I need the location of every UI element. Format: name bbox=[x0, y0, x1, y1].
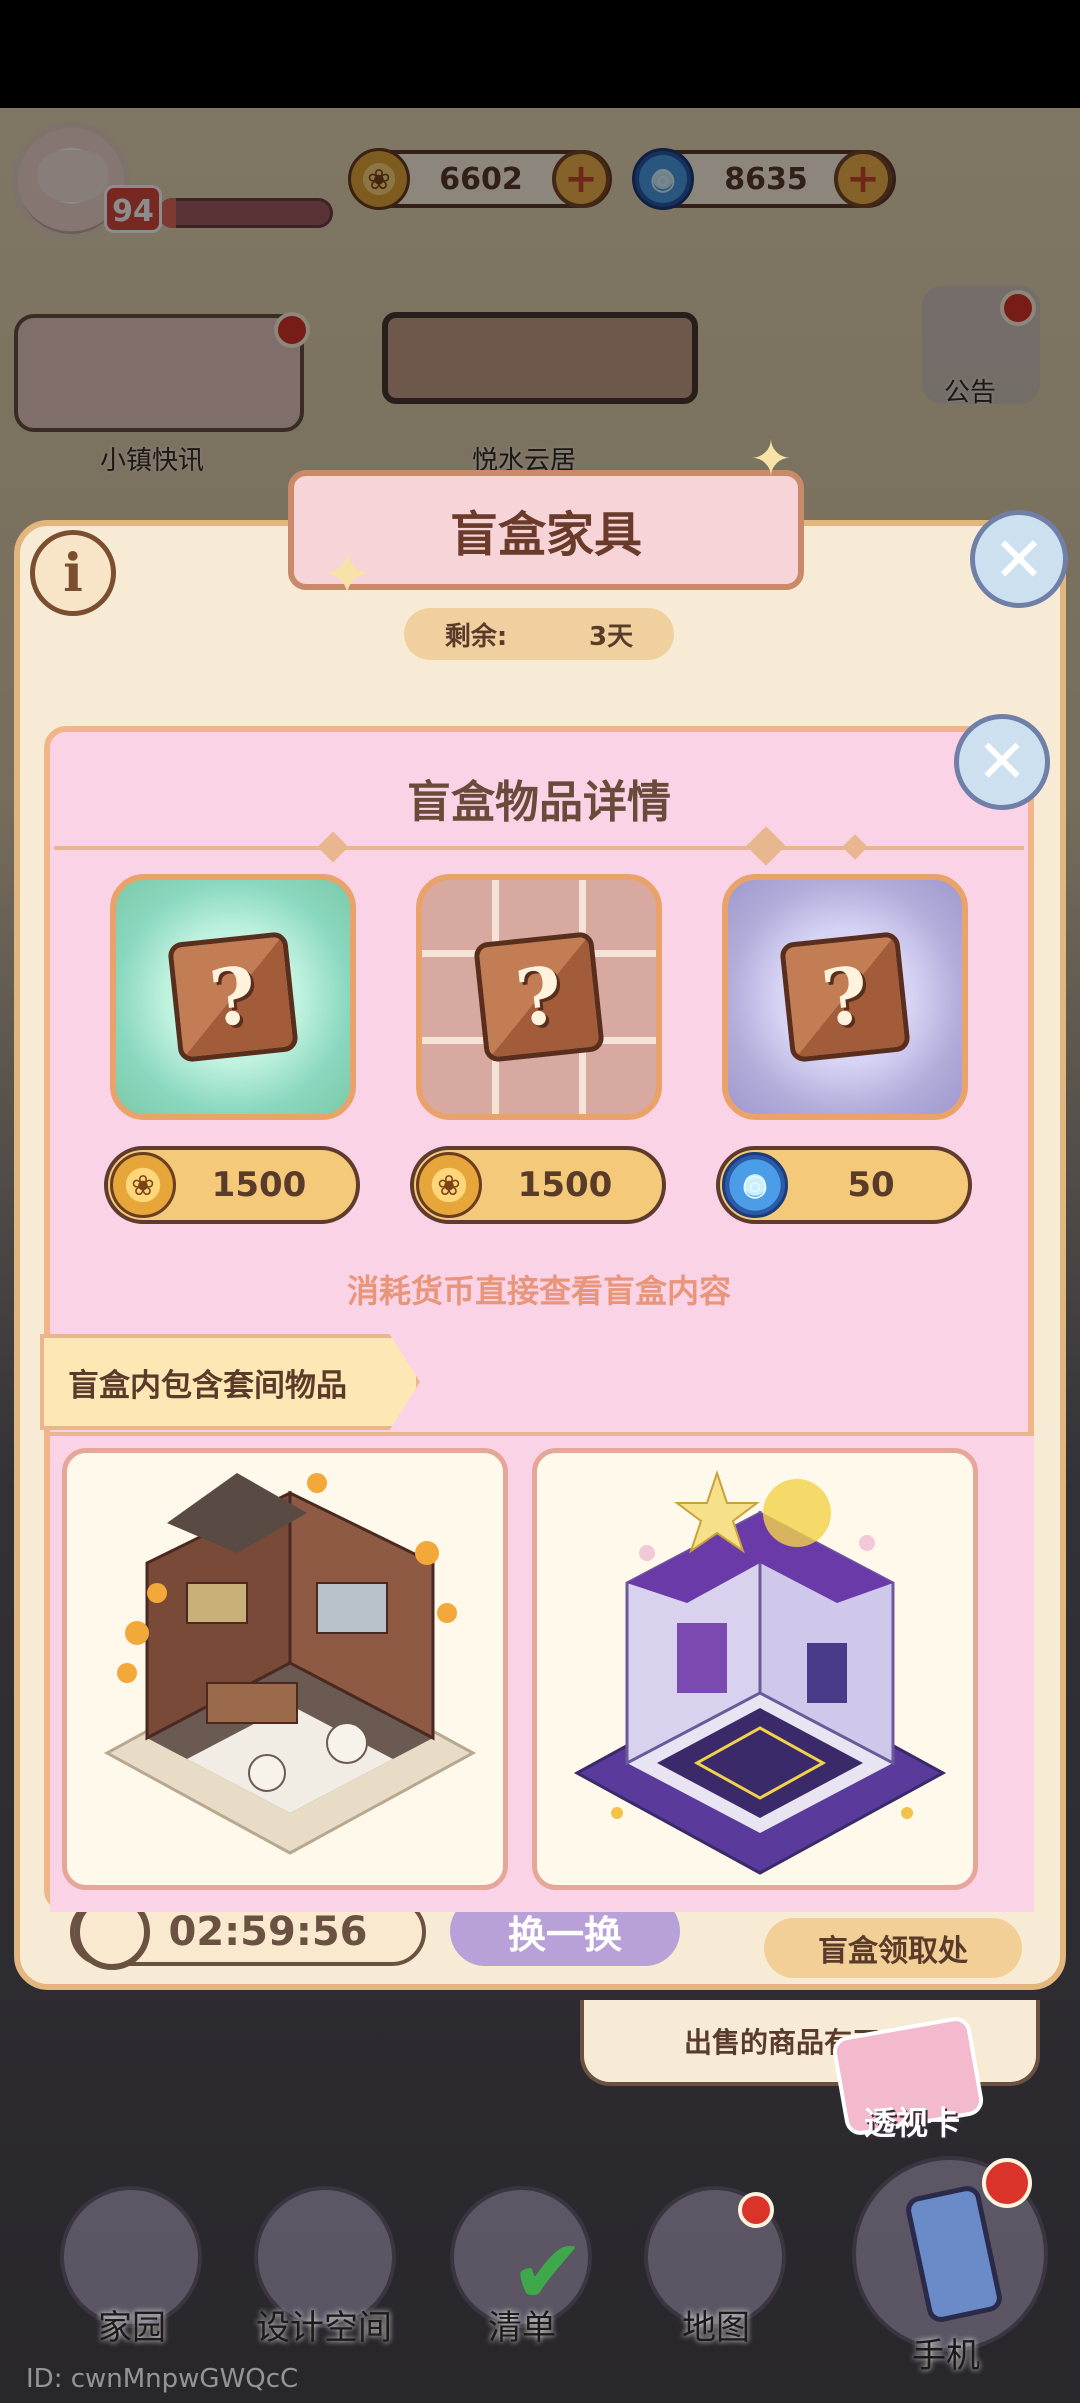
user-id: ID: cwnMnpwGWQcC bbox=[26, 2364, 299, 2394]
room-item-cafe[interactable] bbox=[62, 1448, 508, 1890]
map-notification-dot bbox=[738, 2192, 774, 2228]
close-modal-button[interactable]: ✕ bbox=[954, 714, 1050, 810]
mystery-box-icon: ? bbox=[779, 931, 911, 1063]
mystery-box-icon: ? bbox=[167, 931, 299, 1063]
status-bar bbox=[0, 0, 1080, 108]
nav-list-label: 清单 bbox=[488, 2308, 556, 2348]
gem-icon: ◎ bbox=[722, 1152, 788, 1218]
mystery-box-icon: ? bbox=[473, 931, 605, 1063]
hint-text: 消耗货币直接查看盲盒内容 bbox=[346, 1272, 731, 1310]
info-button[interactable]: i bbox=[30, 530, 116, 616]
price-button-2[interactable]: ❀ 1500 bbox=[410, 1146, 666, 1224]
divider bbox=[54, 846, 1024, 850]
blind-box-pink[interactable]: ? bbox=[416, 874, 662, 1120]
price-button-1[interactable]: ❀ 1500 bbox=[104, 1146, 360, 1224]
nav-phone-label: 手机 bbox=[912, 2336, 980, 2376]
blind-box-green[interactable]: ? bbox=[110, 874, 356, 1120]
price-value: 50 bbox=[847, 1165, 895, 1205]
nav-home-label: 家园 bbox=[98, 2308, 166, 2348]
remaining-label: 剩余: bbox=[444, 621, 508, 652]
modal-title: 盲盒物品详情 bbox=[407, 777, 671, 828]
magic-room-illustration bbox=[573, 1469, 947, 1875]
remaining-time: 剩余: 3天 bbox=[404, 608, 674, 660]
sparkle-icon: ✦ bbox=[750, 430, 792, 488]
nav-map-label: 地图 bbox=[682, 2308, 750, 2348]
room-item-magic[interactable] bbox=[532, 1448, 978, 1890]
gold-coin-icon: ❀ bbox=[416, 1152, 482, 1218]
blind-box-purple[interactable]: ? bbox=[722, 874, 968, 1120]
cafe-room-illustration bbox=[103, 1473, 477, 1855]
price-value: 1500 bbox=[211, 1165, 307, 1205]
sparkle-icon: ✦ bbox=[322, 540, 373, 610]
price-value: 1500 bbox=[517, 1165, 613, 1205]
price-button-3[interactable]: ◎ 50 bbox=[716, 1146, 972, 1224]
close-panel-button[interactable]: ✕ bbox=[970, 510, 1068, 608]
phone-notification-dot bbox=[982, 2158, 1032, 2208]
gold-coin-icon: ❀ bbox=[110, 1152, 176, 1218]
pickup-button[interactable]: 盲盒领取处 bbox=[764, 1918, 1022, 1978]
section-tag: 盲盒内包含套间物品 bbox=[40, 1334, 420, 1430]
see-through-card-label: 透视卡 bbox=[864, 2104, 961, 2142]
remaining-value: 3天 bbox=[589, 621, 634, 652]
nav-design-label: 设计空间 bbox=[256, 2308, 392, 2348]
